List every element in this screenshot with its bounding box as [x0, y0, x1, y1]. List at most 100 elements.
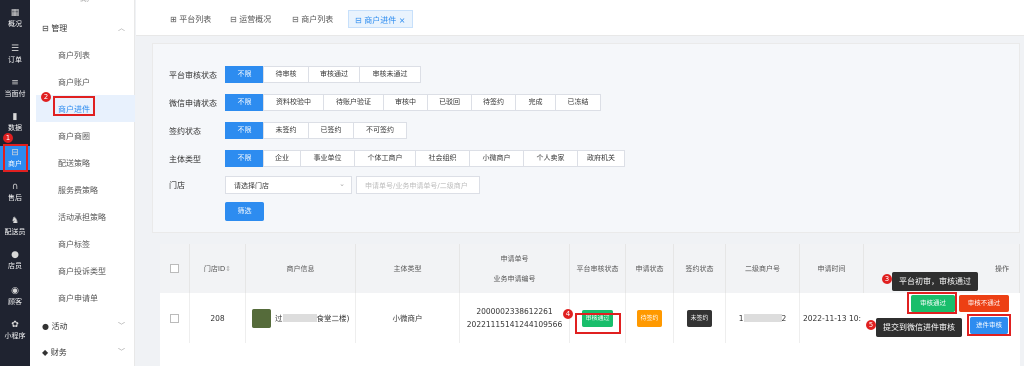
- tooltip-step-5: 提交到微信进件审核: [876, 318, 962, 337]
- col-header: 签约状态: [674, 244, 726, 293]
- col-header: 申请状态: [626, 244, 674, 293]
- tooltip-step-3: 平台初审，审核通过: [892, 272, 978, 291]
- filter-option[interactable]: 待账户验证: [323, 94, 384, 111]
- redacted-block: [282, 314, 317, 322]
- annotation-box-5: [967, 314, 1011, 336]
- filter-option[interactable]: 待签约: [471, 94, 516, 111]
- filter-option[interactable]: 审核未通过: [359, 66, 421, 83]
- submenu-item-merchant-list[interactable]: 商户列表: [58, 50, 90, 61]
- tab-merchant-list[interactable]: ⊟ 商户列表: [286, 10, 339, 28]
- filter-option[interactable]: 不限: [225, 66, 264, 83]
- filter-option[interactable]: 不可签约: [353, 122, 407, 139]
- submenu-group-manage[interactable]: ⊟ 管理: [42, 23, 67, 34]
- apply-no-input[interactable]: 申请单号/业务申请单号/二级商户: [356, 176, 480, 194]
- filter-option[interactable]: 完成: [515, 94, 556, 111]
- status-badge: 未签约: [687, 309, 712, 327]
- filter-option[interactable]: 小微商户: [469, 150, 524, 167]
- chevron-down-icon: ⌄: [339, 180, 345, 188]
- filter-option[interactable]: 政府机关: [577, 150, 625, 167]
- finance-icon: ◆: [42, 348, 51, 357]
- cell-apply-time: 2022-11-13 10:: [802, 313, 862, 323]
- redacted-block: [743, 314, 782, 322]
- nav-label: 配送员: [4, 228, 26, 236]
- nav-item-overview[interactable]: ▦ 概况: [0, 8, 30, 29]
- cell-subject: 小微商户: [356, 293, 460, 343]
- filter-option[interactable]: 审核中: [383, 94, 428, 111]
- tab-bar: ⊞ 平台列表 ⊟ 运营概况 ⊟ 商户列表 ⊟ 商户进件 ×: [136, 0, 1024, 36]
- submenu-item-application[interactable]: 商户申请单: [58, 293, 98, 304]
- annotation-box-1: [3, 144, 28, 172]
- select-all-checkbox[interactable]: [170, 264, 179, 273]
- annotation-box-3: [907, 292, 957, 314]
- nav-item-data[interactable]: ▮ 数据: [0, 112, 30, 133]
- nav-item-aftersale[interactable]: ∩ 售后: [0, 182, 30, 203]
- filter-button[interactable]: 筛选: [225, 202, 264, 221]
- filter-option[interactable]: 个体工商户: [354, 150, 416, 167]
- nav-item-orders[interactable]: ☰ 订单: [0, 44, 30, 65]
- tab-operations[interactable]: ⊟ 运营概况: [224, 10, 277, 28]
- submenu-item-delivery-strategy[interactable]: 配送策略: [58, 158, 90, 169]
- cell-sub-merchant: 12: [726, 293, 800, 343]
- reject-button[interactable]: 审核不通过: [959, 295, 1009, 312]
- headset-icon: ∩: [11, 182, 19, 192]
- miniapp-icon: ✿: [11, 320, 19, 330]
- store-icon: ⊟: [42, 24, 52, 33]
- filter-option[interactable]: 审核通过: [308, 66, 360, 83]
- nav-item-clerk[interactable]: ● 店员: [0, 250, 30, 271]
- submenu-item-merchant-tags[interactable]: 商户标签: [58, 239, 90, 250]
- cell-store-id: 208: [190, 293, 246, 343]
- annotation-badge-3: 3: [882, 274, 892, 284]
- annotation-badge-4: 4: [563, 309, 573, 319]
- filter-option[interactable]: 资料校验中: [263, 94, 324, 111]
- submenu-item-merchant-account[interactable]: 商户账户: [58, 77, 90, 88]
- submenu-group-finance[interactable]: ◆ 财务: [42, 347, 67, 358]
- store-select[interactable]: 请选择门店 ⌄: [225, 176, 352, 194]
- filter-option[interactable]: 企业: [263, 150, 301, 167]
- select-all-cell: [160, 244, 190, 293]
- submenu-item-fee-strategy[interactable]: 服务费策略: [58, 185, 98, 196]
- col-header[interactable]: 门店ID ⇕: [190, 244, 246, 293]
- nav-label: 顾客: [8, 298, 22, 306]
- filter-option[interactable]: 已驳回: [427, 94, 472, 111]
- filter-option[interactable]: 社会组织: [415, 150, 470, 167]
- row-checkbox[interactable]: [170, 313, 179, 323]
- col-header: 平台审核状态: [570, 244, 626, 293]
- filter-option[interactable]: 不限: [225, 122, 264, 139]
- filter-option[interactable]: 已冻结: [555, 94, 601, 111]
- nav-item-rider[interactable]: ♞ 配送员: [0, 216, 30, 237]
- data-icon: ▮: [12, 112, 18, 122]
- filter-option[interactable]: 事业单位: [300, 150, 355, 167]
- filter-option[interactable]: 不限: [225, 94, 264, 111]
- activity-icon: ●: [42, 322, 52, 331]
- nav-label: 数据: [8, 124, 22, 132]
- cell-sign-status: 未签约: [674, 293, 726, 343]
- filter-label-platform-status: 平台审核状态: [169, 71, 217, 80]
- submenu-item-merchant-district[interactable]: 商户商圈: [58, 131, 90, 142]
- filter-option[interactable]: 已签约: [308, 122, 354, 139]
- nav-label: 售后: [8, 194, 22, 202]
- filter-option[interactable]: 不限: [225, 150, 264, 167]
- sub-menu: 商户 ⊟ 管理 ︿ 商户列表 商户账户 商户进件 商户商圈 配送策略 服务费策略…: [30, 0, 135, 366]
- tab-merchant-onboarding[interactable]: ⊟ 商户进件 ×: [348, 10, 413, 28]
- submenu-item-activity-strategy[interactable]: 活动承担策略: [58, 212, 106, 223]
- sort-icon: ⇕: [225, 264, 232, 273]
- nav-item-face-pay[interactable]: ≡ 当面付: [0, 78, 30, 99]
- nav-item-customer[interactable]: ◉ 顾客: [0, 286, 30, 307]
- user-icon: ●: [11, 250, 19, 260]
- cell-merchant: 过食堂二楼): [246, 293, 356, 343]
- nav-item-miniapp[interactable]: ✿ 小程序: [0, 320, 30, 341]
- annotation-badge-5: 5: [866, 320, 876, 330]
- nav-label: 概况: [8, 20, 22, 28]
- tab-icon: ⊟: [355, 16, 365, 25]
- filter-label-subject-type: 主体类型: [169, 155, 201, 164]
- filter-option[interactable]: 个人卖家: [523, 150, 578, 167]
- submenu-group-activity[interactable]: ● 活动: [42, 321, 68, 332]
- filter-option[interactable]: 待审核: [263, 66, 309, 83]
- tab-platform-list[interactable]: ⊞ 平台列表: [164, 10, 217, 28]
- close-icon[interactable]: ×: [396, 16, 406, 25]
- nav-label: 当面付: [4, 90, 26, 98]
- col-header-apply: 申请单号 业务申请编号: [460, 244, 570, 293]
- merchant-avatar: [252, 308, 271, 328]
- submenu-item-complaint-type[interactable]: 商户投诉类型: [58, 266, 106, 277]
- filter-option[interactable]: 未签约: [263, 122, 309, 139]
